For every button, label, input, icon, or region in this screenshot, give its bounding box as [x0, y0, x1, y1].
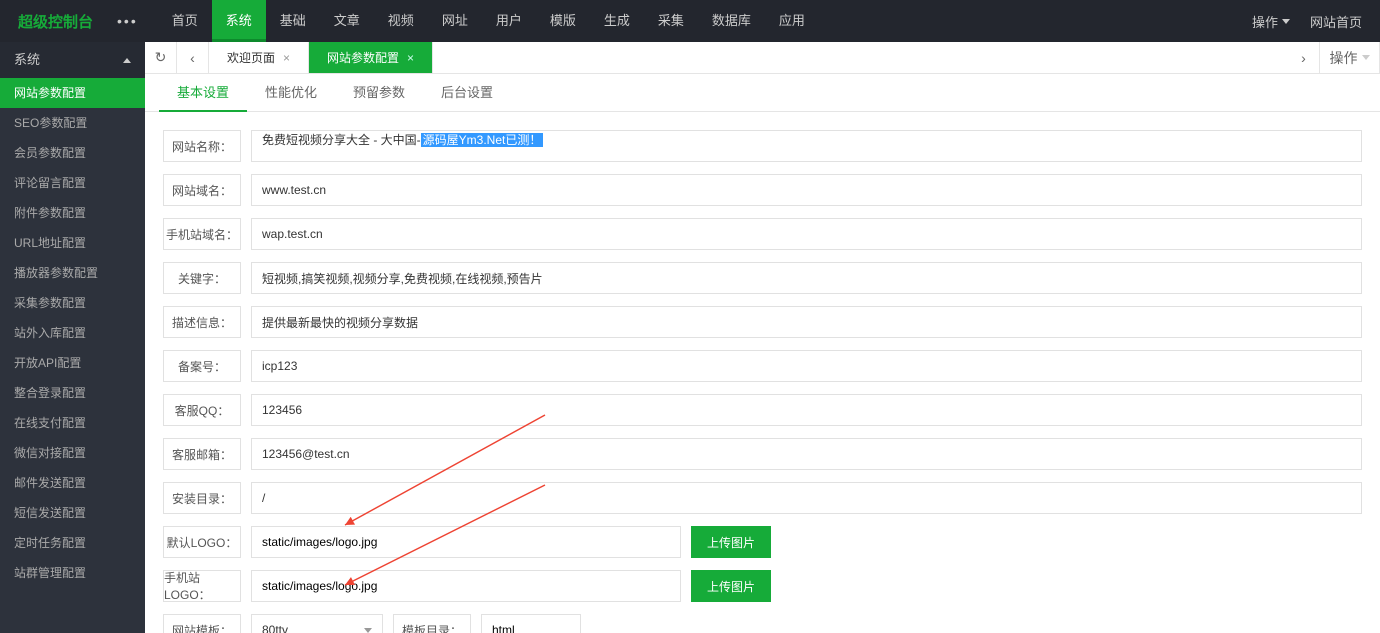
sidebar-header[interactable]: 系统 [0, 42, 145, 78]
mlogo-label: 手机站LOGO： [163, 570, 241, 602]
chevron-down-icon [1362, 55, 1370, 60]
site-name-prefix: 免费短视频分享大全 - 大中国- [262, 133, 421, 147]
sidebar-item[interactable]: 开放API配置 [0, 348, 145, 378]
tab[interactable]: 网站参数配置 × [309, 42, 433, 73]
site-name-input[interactable]: 免费短视频分享大全 - 大中国-源码屋Ym3.Net已测！ [251, 130, 1362, 162]
tab[interactable]: 欢迎页面 × [209, 42, 309, 73]
sidebar-item[interactable]: 微信对接配置 [0, 438, 145, 468]
email-label: 客服邮箱： [163, 438, 241, 470]
dots-icon[interactable]: ••• [117, 13, 138, 29]
sidebar-item[interactable]: 站外入库配置 [0, 318, 145, 348]
domain-label: 网站域名： [163, 174, 241, 206]
topnav-item[interactable]: 基础 [266, 0, 320, 42]
close-icon[interactable]: × [283, 51, 290, 65]
keywords-label: 关键字： [163, 262, 241, 294]
subtab[interactable]: 后台设置 [423, 74, 511, 112]
logo: 超级控制台 [18, 11, 93, 32]
sidebar-item[interactable]: 会员参数配置 [0, 138, 145, 168]
topnav-item[interactable]: 生成 [590, 0, 644, 42]
tpldir-label: 模板目录： [393, 614, 471, 633]
qq-label: 客服QQ： [163, 394, 241, 426]
subtabs: 基本设置性能优化预留参数后台设置 [145, 74, 1380, 112]
desc-input[interactable] [251, 306, 1362, 338]
upload-logo-button[interactable]: 上传图片 [691, 526, 771, 558]
logo-label: 默认LOGO： [163, 526, 241, 558]
mobile-domain-label: 手机站域名： [163, 218, 241, 250]
site-name-highlight: 源码屋Ym3.Net已测！ [421, 133, 544, 147]
sidebar: 系统 网站参数配置SEO参数配置会员参数配置评论留言配置附件参数配置URL地址配… [0, 42, 145, 633]
tab-operate-dropdown[interactable]: 操作 [1320, 42, 1380, 73]
chevron-down-icon [1282, 19, 1290, 24]
mobile-domain-input[interactable] [251, 218, 1362, 250]
sidebar-item[interactable]: SEO参数配置 [0, 108, 145, 138]
operate-label: 操作 [1252, 12, 1278, 31]
refresh-icon[interactable]: ↻ [145, 42, 177, 73]
topnav-item[interactable]: 数据库 [698, 0, 765, 42]
desc-label: 描述信息： [163, 306, 241, 338]
sidebar-item[interactable]: 网站参数配置 [0, 78, 145, 108]
subtab[interactable]: 预留参数 [335, 74, 423, 112]
next-icon[interactable]: › [1288, 42, 1320, 73]
qq-input[interactable] [251, 394, 1362, 426]
sidebar-item[interactable]: 评论留言配置 [0, 168, 145, 198]
sidebar-item[interactable]: 整合登录配置 [0, 378, 145, 408]
sidebar-item[interactable]: 定时任务配置 [0, 528, 145, 558]
topnav-item[interactable]: 模版 [536, 0, 590, 42]
topnav: 首页系统基础文章视频网址用户模版生成采集数据库应用 [158, 0, 819, 42]
form-area: 网站名称： 免费短视频分享大全 - 大中国-源码屋Ym3.Net已测！ 网站域名… [145, 112, 1380, 633]
tpldir-input[interactable] [481, 614, 581, 633]
topbar: 超级控制台 ••• 首页系统基础文章视频网址用户模版生成采集数据库应用 操作 网… [0, 0, 1380, 42]
subtab[interactable]: 基本设置 [159, 74, 247, 112]
topnav-item[interactable]: 首页 [158, 0, 212, 42]
topnav-item[interactable]: 用户 [482, 0, 536, 42]
logo-input[interactable] [251, 526, 681, 558]
domain-input[interactable] [251, 174, 1362, 206]
sidebar-item[interactable]: 站群管理配置 [0, 558, 145, 588]
install-input[interactable] [251, 482, 1362, 514]
sidebar-item[interactable]: 邮件发送配置 [0, 468, 145, 498]
topbar-right: 操作 网站首页 [1252, 12, 1362, 31]
topnav-item[interactable]: 系统 [212, 0, 266, 42]
tab-label: 欢迎页面 [227, 49, 275, 66]
sidebar-item[interactable]: 采集参数配置 [0, 288, 145, 318]
sidebar-item[interactable]: 播放器参数配置 [0, 258, 145, 288]
main: 系统 网站参数配置SEO参数配置会员参数配置评论留言配置附件参数配置URL地址配… [0, 42, 1380, 633]
site-home-link[interactable]: 网站首页 [1310, 12, 1362, 31]
topnav-item[interactable]: 网址 [428, 0, 482, 42]
subtab[interactable]: 性能优化 [247, 74, 335, 112]
back-icon[interactable]: ‹ [177, 42, 209, 73]
mlogo-input[interactable] [251, 570, 681, 602]
site-name-label: 网站名称： [163, 130, 241, 162]
sidebar-item[interactable]: 短信发送配置 [0, 498, 145, 528]
icp-input[interactable] [251, 350, 1362, 382]
tpl-value: 80ttv [262, 623, 288, 633]
sidebar-header-label: 系统 [14, 42, 40, 78]
content: ↻ ‹ 欢迎页面 × 网站参数配置 × › 操作 基本设置性能优化预留参数后台设置 网… [145, 42, 1380, 633]
topnav-item[interactable]: 文章 [320, 0, 374, 42]
sidebar-item[interactable]: URL地址配置 [0, 228, 145, 258]
tab-operate-label: 操作 [1330, 48, 1358, 68]
email-input[interactable] [251, 438, 1362, 470]
sidebar-item[interactable]: 在线支付配置 [0, 408, 145, 438]
operate-dropdown[interactable]: 操作 [1252, 12, 1290, 31]
icp-label: 备案号： [163, 350, 241, 382]
topnav-item[interactable]: 采集 [644, 0, 698, 42]
tpl-label: 网站模板： [163, 614, 241, 633]
topnav-item[interactable]: 应用 [765, 0, 819, 42]
keywords-input[interactable] [251, 262, 1362, 294]
sidebar-item[interactable]: 附件参数配置 [0, 198, 145, 228]
chevron-up-icon [123, 58, 131, 63]
tabrow: ↻ ‹ 欢迎页面 × 网站参数配置 × › 操作 [145, 42, 1380, 74]
topnav-item[interactable]: 视频 [374, 0, 428, 42]
install-label: 安装目录： [163, 482, 241, 514]
upload-mlogo-button[interactable]: 上传图片 [691, 570, 771, 602]
tpl-select[interactable]: 80ttv [251, 614, 383, 633]
close-icon[interactable]: × [407, 51, 414, 65]
chevron-down-icon [364, 628, 372, 633]
tab-label: 网站参数配置 [327, 49, 399, 66]
